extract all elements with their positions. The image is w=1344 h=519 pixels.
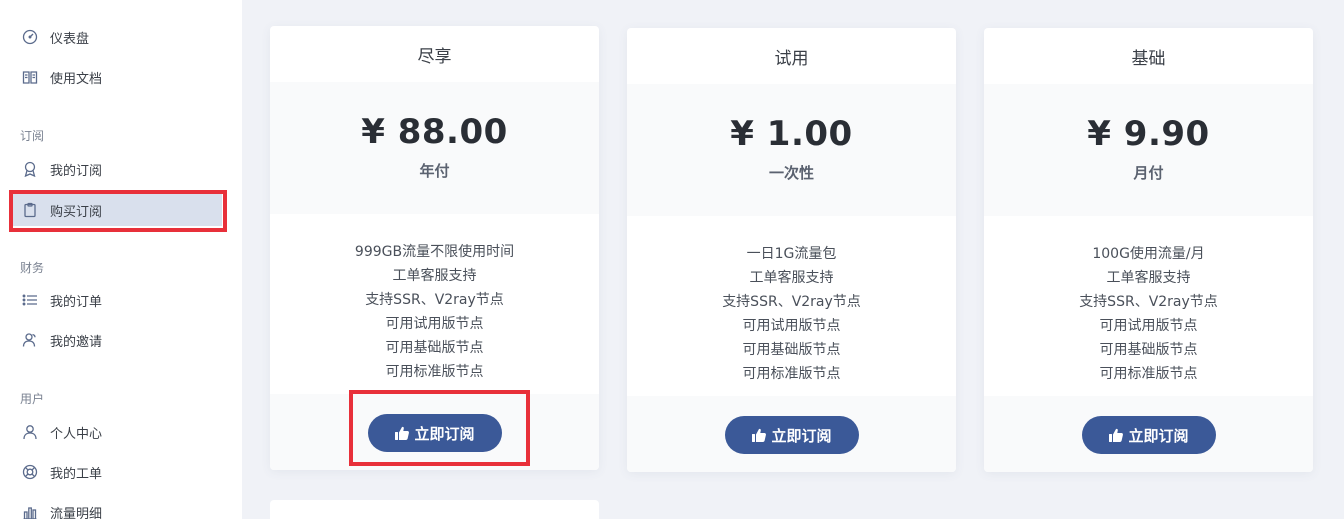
user-icon [22, 424, 38, 440]
users-icon [22, 332, 38, 348]
plan-name: 尽享 [417, 46, 452, 67]
subscribe-button[interactable]: 立即订阅 [724, 416, 859, 454]
subscribe-button-label: 立即订阅 [771, 426, 832, 445]
feature-item: 999GB流量不限使用时间 [354, 244, 515, 260]
nav-item-traffic-details[interactable]: 流量明细 [10, 496, 222, 519]
nav-item-label: 我的工单 [50, 466, 103, 482]
feature-list: 一日1G流量包 工单客服支持 支持SSR、V2ray节点 可用试用版节点 可用基… [627, 216, 956, 396]
bar-chart-icon [22, 504, 38, 519]
card-footer: 立即订阅 [984, 396, 1313, 472]
nav-item-profile[interactable]: 个人中心 [10, 416, 222, 448]
feature-item: 可用基础版节点 [385, 340, 484, 356]
billing-cycle: 一次性 [768, 164, 814, 182]
nav-item-label: 个人中心 [50, 426, 103, 442]
subscribe-button[interactable]: 立即订阅 [1081, 416, 1216, 454]
price-area: ¥ 88.00 年付 [270, 82, 599, 214]
feature-list: 100G使用流量/月 工单客服支持 支持SSR、V2ray节点 可用试用版节点 … [984, 216, 1313, 396]
plan-name: 试用 [774, 48, 809, 69]
plan-price: ¥ 1.00 [730, 114, 853, 154]
nav-item-my-orders[interactable]: 我的订单 [10, 284, 222, 316]
feature-item: 支持SSR、V2ray节点 [365, 292, 504, 308]
clipboard-icon [22, 202, 38, 218]
feature-item: 可用标准版节点 [742, 366, 841, 382]
feature-item: 可用试用版节点 [385, 316, 484, 332]
plan-card-partial [270, 500, 599, 519]
nav-item-label: 使用文档 [50, 71, 103, 87]
subscribe-button-label: 立即订阅 [414, 424, 475, 443]
list-icon [22, 292, 38, 308]
section-label-user: 用户 [20, 392, 45, 406]
feature-item: 100G使用流量/月 [1092, 246, 1205, 262]
section-label-finance: 财务 [20, 261, 45, 275]
price-area: ¥ 9.90 月付 [984, 84, 1313, 216]
feature-item: 一日1G流量包 [746, 246, 837, 262]
feature-item: 可用试用版节点 [1099, 318, 1198, 334]
thumbs-up-icon [394, 425, 410, 441]
feature-item: 可用试用版节点 [742, 318, 841, 334]
nav-item-label: 仪表盘 [50, 31, 90, 47]
nav-item-my-subscription[interactable]: 我的订阅 [10, 153, 222, 185]
nav-item-my-invites[interactable]: 我的邀请 [10, 324, 222, 356]
nav-item-label: 我的订阅 [50, 163, 103, 179]
feature-item: 工单客服支持 [749, 270, 834, 286]
nav-item-docs[interactable]: 使用文档 [10, 61, 222, 93]
section-label-subscription: 订阅 [20, 129, 45, 143]
lifebuoy-icon [22, 464, 38, 480]
nav-item-label: 我的邀请 [50, 334, 103, 350]
feature-item: 支持SSR、V2ray节点 [1079, 294, 1218, 310]
plan-card: 试用 ¥ 1.00 一次性 一日1G流量包 工单客服支持 支持SSR、V2ray… [627, 28, 956, 472]
plan-price: ¥ 9.90 [1087, 114, 1210, 154]
subscribe-button[interactable]: 立即订阅 [367, 414, 502, 452]
feature-item: 可用基础版节点 [1099, 342, 1198, 358]
card-footer: 立即订阅 [270, 394, 599, 470]
subscribe-button-label: 立即订阅 [1128, 426, 1189, 445]
billing-cycle: 月付 [1133, 164, 1164, 182]
nav-item-label: 流量明细 [50, 506, 103, 519]
thumbs-up-icon [751, 427, 767, 443]
card-footer: 立即订阅 [627, 396, 956, 472]
plan-card: 基础 ¥ 9.90 月付 100G使用流量/月 工单客服支持 支持SSR、V2r… [984, 28, 1313, 472]
plan-name: 基础 [1131, 48, 1166, 69]
nav-item-my-tickets[interactable]: 我的工单 [10, 456, 222, 488]
plan-price: ¥ 88.00 [361, 112, 508, 152]
dashboard-icon [22, 29, 38, 45]
feature-item: 工单客服支持 [1106, 270, 1191, 286]
thumbs-up-icon [1108, 427, 1124, 443]
plan-card: 尽享 ¥ 88.00 年付 999GB流量不限使用时间 工单客服支持 支持SSR… [270, 26, 599, 470]
badge-icon [22, 161, 38, 177]
feature-list: 999GB流量不限使用时间 工单客服支持 支持SSR、V2ray节点 可用试用版… [270, 214, 599, 394]
nav-item-dashboard[interactable]: 仪表盘 [10, 21, 222, 53]
feature-item: 工单客服支持 [392, 268, 477, 284]
price-area: ¥ 1.00 一次性 [627, 84, 956, 216]
book-icon [22, 69, 38, 85]
sidebar: 仪表盘 使用文档 订阅 我的订阅 购买订阅 财务 我的订单 我的邀请 用户 个人… [0, 0, 242, 519]
nav-item-label: 购买订阅 [50, 204, 103, 220]
feature-item: 可用基础版节点 [742, 342, 841, 358]
feature-item: 可用标准版节点 [1099, 366, 1198, 382]
billing-cycle: 年付 [419, 162, 450, 180]
feature-item: 可用标准版节点 [385, 364, 484, 380]
nav-item-buy-subscription[interactable]: 购买订阅 [10, 194, 222, 226]
feature-item: 支持SSR、V2ray节点 [722, 294, 861, 310]
nav-item-label: 我的订单 [50, 294, 103, 310]
